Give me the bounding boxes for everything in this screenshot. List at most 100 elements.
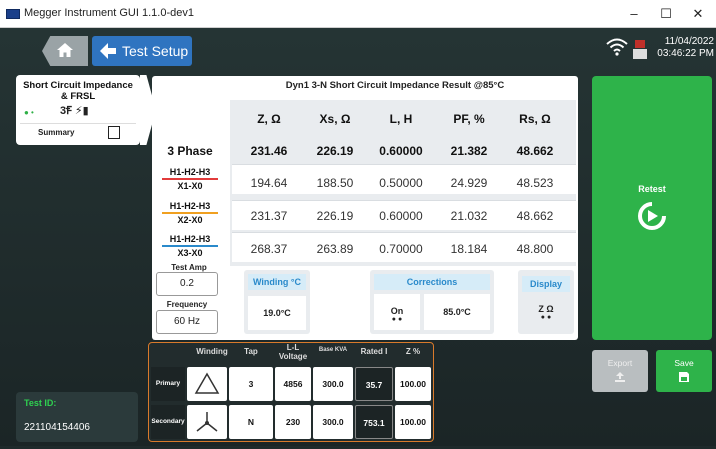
save-label: Save	[674, 358, 694, 368]
display-value-box: Z Ω ● ●	[522, 298, 570, 330]
corrections-state: On	[390, 306, 404, 316]
window-title: Megger Instrument GUI 1.1.0-dev1	[24, 7, 194, 19]
delta-winding-icon	[194, 372, 220, 394]
col-header-z: Z, Ω	[257, 112, 281, 126]
col-header-pf: PF, %	[453, 112, 485, 126]
series-swatch-red	[162, 178, 218, 180]
home-button[interactable]	[42, 36, 88, 66]
primary-z[interactable]: 100.00	[395, 367, 431, 401]
test-card[interactable]: Short Circuit Impedance & FRSL ● • 3Ꞙ ⚡▮…	[16, 75, 156, 145]
frequency-label: Frequency	[166, 300, 208, 309]
test-id-value: 221104154406	[24, 422, 90, 433]
table-cell: 231.37	[250, 209, 288, 223]
primary-winding-delta[interactable]	[187, 367, 227, 401]
export-button[interactable]: Export	[592, 350, 648, 392]
test-card-title-line2: & FRSL	[60, 91, 96, 102]
toggle-dots: ● ●	[540, 314, 552, 321]
voltage-header: L-L Voltage	[278, 343, 308, 361]
corrections-label: Corrections	[374, 274, 490, 290]
frequency-input[interactable]: 60 Hz	[156, 310, 218, 334]
test-amp-label: Test Amp	[171, 263, 207, 272]
row-label-3phase: 3 Phase	[167, 144, 213, 158]
test-card-title: Short Circuit Impedance & FRSL	[16, 80, 140, 102]
progress-dots: ● •	[24, 108, 34, 117]
display-panel[interactable]: Display Z Ω ● ●	[518, 270, 574, 334]
table-cell: 21.032	[450, 209, 488, 223]
back-to-test-setup-button[interactable]: Test Setup	[92, 36, 192, 66]
status-date: 11/04/2022	[664, 36, 714, 47]
close-button[interactable]: ✕	[684, 5, 712, 23]
table-cell: 48.662	[516, 144, 554, 158]
summary-label: Summary	[38, 128, 75, 137]
row-label-x3: H1-H2-H3 X3-X0	[156, 234, 224, 258]
toggle-dots: ● ●	[391, 316, 403, 323]
retest-label: Retest	[638, 184, 666, 194]
secondary-winding-wye[interactable]	[187, 405, 227, 439]
winding-table: Winding Tap L-L Voltage Base KVA Rated I…	[148, 342, 434, 442]
series-swatch-blue	[162, 245, 218, 247]
secondary-kva[interactable]: 300.0	[313, 405, 353, 439]
table-cell: 0.50000	[379, 176, 423, 190]
table-cell: 226.19	[316, 209, 354, 223]
kva-header: Base KVA	[318, 347, 348, 353]
row-label-x2: H1-H2-H3 X2-X0	[156, 201, 224, 225]
table-cell: 268.37	[250, 242, 288, 256]
wye-winding-icon	[196, 412, 218, 432]
table-cell: 194.64	[250, 176, 288, 190]
secondary-voltage[interactable]: 230	[275, 405, 311, 439]
home-icon	[57, 43, 73, 57]
table-cell: 48.662	[516, 209, 554, 223]
row-label-line1: H1-H2-H3	[169, 234, 211, 244]
table-cell: 231.46	[250, 144, 288, 158]
winding-header: Winding	[196, 347, 228, 356]
results-panel: Dyn1 3-N Short Circuit Impedance Result …	[152, 76, 578, 340]
primary-voltage[interactable]: 4856	[275, 367, 311, 401]
col-header-rs: Rs, Ω	[519, 112, 551, 126]
instrument-icon	[633, 40, 647, 59]
table-cell: 21.382	[450, 144, 488, 158]
summary-row[interactable]: Summary	[20, 123, 136, 141]
minimize-button[interactable]: –	[620, 5, 648, 23]
row-label-line2: X3-X0	[177, 248, 203, 258]
arrow-left-icon	[100, 43, 116, 59]
col-header-l: L, H	[389, 112, 413, 126]
window-titlebar: Megger Instrument GUI 1.1.0-dev1 – ☐ ✕	[0, 0, 716, 28]
table-cell: 18.184	[450, 242, 488, 256]
table-cell: 0.70000	[379, 242, 423, 256]
primary-kva[interactable]: 300.0	[313, 367, 353, 401]
table-cell: 0.60000	[379, 209, 423, 223]
secondary-z[interactable]: 100.00	[395, 405, 431, 439]
secondary-rated-current: 753.1	[355, 405, 393, 439]
test-amp-input[interactable]: 0.2	[156, 272, 218, 296]
back-label: Test Setup	[122, 43, 189, 59]
table-cell: 188.50	[316, 176, 354, 190]
floppy-disk-icon	[679, 372, 689, 382]
table-cell: 226.19	[316, 144, 354, 158]
save-button[interactable]: Save	[656, 350, 712, 392]
table-cell: 24.929	[450, 176, 488, 190]
upload-icon	[615, 372, 625, 382]
retest-button[interactable]: Retest	[592, 76, 712, 340]
display-label: Display	[522, 276, 570, 292]
transformer-symbol: 3Ꞙ ⚡▮	[60, 105, 89, 117]
display-value: Z Ω	[538, 304, 554, 314]
results-title: Dyn1 3-N Short Circuit Impedance Result …	[285, 80, 505, 91]
primary-label: Primary	[151, 367, 185, 401]
row-label-x1: H1-H2-H3 X1-X0	[156, 167, 224, 191]
test-id-label: Test ID:	[24, 398, 57, 408]
corrections-toggle[interactable]: On ● ●	[374, 294, 420, 330]
wifi-icon	[606, 38, 628, 56]
table-cell: 263.89	[316, 242, 354, 256]
winding-temp-panel[interactable]: Winding °C 19.0°C	[244, 270, 310, 334]
winding-temp-value: 19.0°C	[248, 296, 306, 330]
secondary-tap[interactable]: N	[229, 405, 273, 439]
winding-temp-label: Winding °C	[248, 274, 306, 290]
primary-tap[interactable]: 3	[229, 367, 273, 401]
corrections-value[interactable]: 85.0°C	[424, 294, 490, 330]
maximize-button[interactable]: ☐	[652, 5, 680, 23]
retest-icon	[638, 202, 666, 230]
export-label: Export	[607, 358, 633, 368]
row-label-line2: X1-X0	[177, 181, 203, 191]
tap-header: Tap	[244, 347, 258, 356]
row-label-line1: H1-H2-H3	[169, 167, 211, 177]
